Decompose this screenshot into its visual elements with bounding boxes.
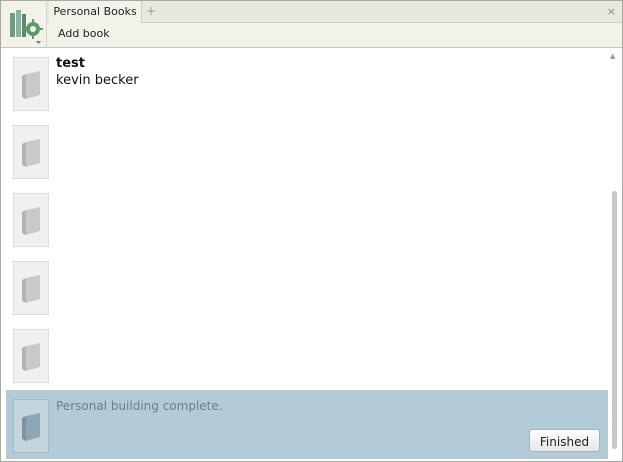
book-cover [13, 329, 49, 383]
status-message: Personal building complete. [56, 399, 223, 413]
status-panel: Personal building complete. Finished [6, 390, 608, 459]
book-cover [13, 57, 49, 111]
book-cover [13, 399, 49, 453]
list-item[interactable] [13, 125, 49, 179]
plus-icon: + [145, 4, 157, 18]
add-tab-button[interactable]: + [144, 1, 158, 22]
tab-personal-books[interactable]: Personal Books [49, 1, 142, 23]
scrollbar[interactable]: ▲ [608, 48, 621, 461]
book-author: kevin becker [56, 73, 139, 88]
close-tab-button[interactable]: × [607, 1, 616, 22]
tab-bar: Personal Books + × [47, 1, 622, 23]
book-placeholder-icon [22, 413, 40, 441]
add-book-button[interactable]: Add book [58, 27, 110, 40]
close-icon: × [606, 5, 616, 18]
book-placeholder-icon [22, 71, 40, 99]
book-title: test [56, 56, 85, 71]
list-item[interactable] [13, 261, 49, 315]
book-cover [13, 193, 49, 247]
list-item[interactable] [13, 329, 49, 383]
bookshelf-gear-icon [10, 10, 43, 44]
book-cover [13, 125, 49, 179]
book-placeholder-icon [22, 207, 40, 235]
list-item[interactable] [13, 193, 49, 247]
tab-label: Personal Books [53, 5, 137, 18]
finished-button[interactable]: Finished [529, 429, 600, 452]
book-placeholder-icon [22, 343, 40, 371]
header: Personal Books + × Add book [1, 1, 622, 48]
book-cover [13, 261, 49, 315]
scroll-up-arrow-icon[interactable]: ▲ [610, 52, 615, 60]
book-placeholder-icon [22, 139, 40, 167]
book-placeholder-icon [22, 275, 40, 303]
app-menu-button[interactable] [7, 5, 43, 45]
list-item[interactable] [13, 57, 49, 111]
scroll-thumb[interactable] [612, 191, 617, 449]
app-window: Personal Books + × Add book test kevin b… [0, 0, 623, 462]
